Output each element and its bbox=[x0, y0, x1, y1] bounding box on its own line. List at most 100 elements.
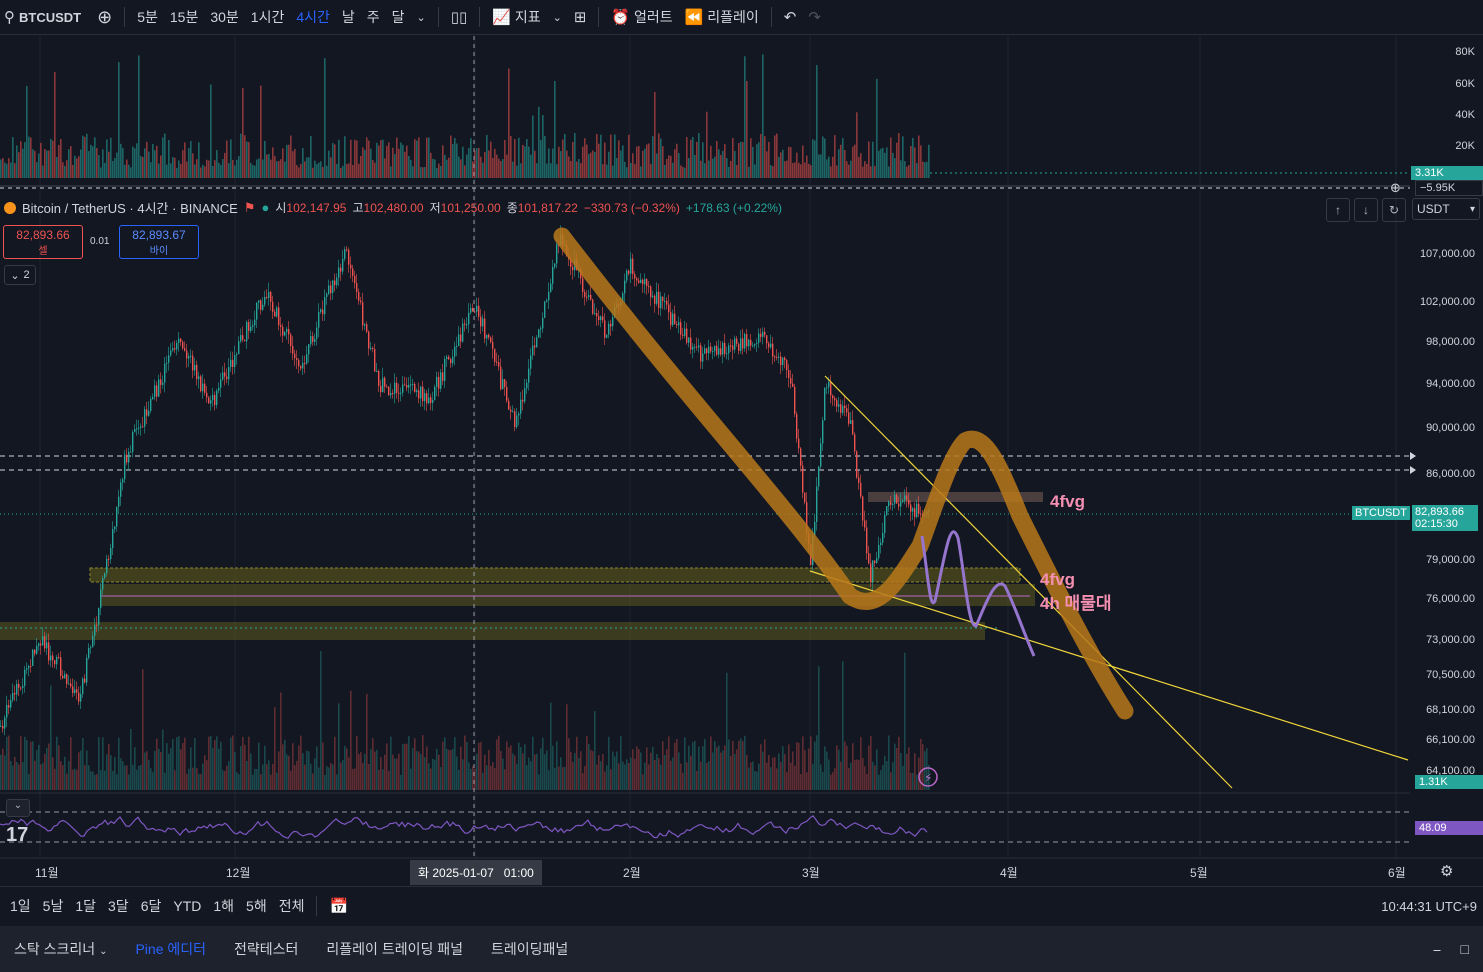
divider bbox=[770, 7, 772, 27]
symbol-title[interactable]: Bitcoin / TetherUS · 4시간 · BINANCE bbox=[22, 198, 238, 217]
price-scale-label: 76,000.00 bbox=[1426, 593, 1475, 605]
range-5d[interactable]: 5날 bbox=[37, 896, 70, 916]
add-pane-icon[interactable]: ⊕ bbox=[1390, 180, 1401, 196]
annotation-4fvg-upper[interactable]: 4fvg bbox=[1050, 492, 1085, 512]
zone-4h-supply bbox=[89, 567, 1021, 583]
close-value: 101,817.22 bbox=[517, 201, 578, 215]
vol-scale-label: 60K bbox=[1455, 78, 1475, 90]
time-axis[interactable]: 11월 12월 화 2025-01-07 01:00 2월 3월 4월 5월 6… bbox=[0, 858, 1410, 885]
refresh-icon[interactable]: ↻ bbox=[1382, 198, 1406, 222]
volume-overlay-tag: 1.31K bbox=[1415, 775, 1483, 789]
ohlc-high: 고102,480.00 bbox=[352, 199, 423, 216]
price-scale-label: 70,500.00 bbox=[1426, 669, 1475, 681]
buy-button[interactable]: 82,893.67 바이 bbox=[119, 225, 199, 259]
tab-stock-screener[interactable]: 스탁 스크리너 ⌄ bbox=[0, 939, 121, 959]
chevron-down-icon: ⌄ bbox=[99, 946, 108, 957]
crosshair-time-label: 화 2025-01-07 01:00 bbox=[410, 860, 542, 885]
spread-value: 0.01 bbox=[90, 236, 110, 247]
rsi-value-tag: 48.09 bbox=[1415, 821, 1483, 835]
tab-trading-panel[interactable]: 트레이딩패널 bbox=[477, 939, 582, 959]
layout-grid-icon[interactable]: ⊞ bbox=[568, 8, 593, 26]
range-bar: 1일 5날 1달 3달 6달 YTD 1해 5해 전체 📅 10:44:31 U… bbox=[0, 886, 1483, 925]
symbol-label: BTCUSDT bbox=[19, 9, 82, 25]
zone-demand bbox=[0, 622, 985, 640]
indicator-count: 2 bbox=[23, 269, 30, 281]
interval-1h[interactable]: 1시간 bbox=[245, 7, 291, 27]
vol-scale-label: 80K bbox=[1455, 46, 1475, 58]
last-price-symbol-tag: BTCUSDT bbox=[1352, 506, 1410, 520]
price-scale-label: 98,000.00 bbox=[1426, 336, 1475, 348]
currency-label: USDT bbox=[1417, 202, 1450, 216]
range-3m[interactable]: 3달 bbox=[102, 896, 135, 916]
alarm-clock-icon: ⏰ bbox=[611, 9, 631, 26]
range-ytd[interactable]: YTD bbox=[167, 898, 207, 914]
candle-style-icon[interactable]: ▯▯ bbox=[445, 8, 474, 26]
svg-text:⚡: ⚡ bbox=[924, 771, 932, 785]
range-1m[interactable]: 1달 bbox=[69, 896, 102, 916]
undo-icon[interactable]: ↶ bbox=[778, 8, 803, 26]
sell-button[interactable]: 82,893.66 셀 bbox=[3, 225, 83, 259]
top-toolbar: ⚲ BTCUSDT ⊕ 5분 15분 30분 1시간 4시간 날 주 달 ⌄ ▯… bbox=[0, 0, 1483, 35]
chevron-down-icon[interactable]: ⌄ bbox=[547, 11, 568, 24]
bar-countdown: 02:15:30 bbox=[1415, 518, 1458, 530]
last-price-value: 82,893.66 bbox=[1415, 506, 1464, 518]
divider bbox=[598, 7, 600, 27]
maximize-icon[interactable]: □ bbox=[1461, 941, 1469, 958]
annotation-4h-zone[interactable]: 4h 매물대 bbox=[1040, 589, 1111, 614]
divider bbox=[437, 7, 439, 27]
tab-pine-editor[interactable]: Pine 에디터 bbox=[121, 939, 220, 959]
chart-legend: Bitcoin / TetherUS · 4시간 · BINANCE ⚑ ● 시… bbox=[4, 198, 782, 217]
ohlc-low: 저101,250.00 bbox=[430, 199, 501, 216]
price-scale-label: 79,000.00 bbox=[1426, 554, 1475, 566]
range-1d[interactable]: 1일 bbox=[0, 896, 37, 916]
clock[interactable]: 10:44:31 UTC+9 bbox=[1381, 899, 1483, 914]
minimize-icon[interactable]: ⎯ bbox=[1434, 941, 1441, 958]
interval-15m[interactable]: 15분 bbox=[164, 7, 204, 27]
redo-icon[interactable]: ↷ bbox=[802, 8, 827, 26]
interval-day[interactable]: 날 bbox=[336, 7, 361, 27]
tab-label: 스탁 스크리너 bbox=[14, 941, 96, 957]
price-scale-label: 73,000.00 bbox=[1426, 634, 1475, 646]
interval-4h[interactable]: 4시간 bbox=[290, 7, 336, 27]
compare-add-icon[interactable]: ⊕ bbox=[91, 7, 118, 28]
arrow-down-icon[interactable]: ↓ bbox=[1354, 198, 1378, 222]
vol-scale-label: 20K bbox=[1455, 140, 1475, 152]
price-scale-label: 68,100.00 bbox=[1426, 704, 1475, 716]
search-icon: ⚲ bbox=[4, 9, 15, 26]
chevron-down-icon[interactable]: ⌄ bbox=[411, 11, 432, 24]
calendar-goto-icon[interactable]: 📅 bbox=[323, 897, 354, 915]
divider bbox=[316, 896, 318, 916]
indicators-button[interactable]: 📈 지표 bbox=[486, 7, 546, 27]
tab-replay-trading-panel[interactable]: 리플레이 트레이딩 패널 bbox=[312, 939, 477, 959]
interval-week[interactable]: 주 bbox=[361, 7, 386, 27]
low-label: 저 bbox=[429, 201, 441, 215]
symbol-search[interactable]: ⚲ BTCUSDT bbox=[0, 8, 91, 26]
change-value-2: +178.63 (+0.22%) bbox=[685, 200, 782, 215]
buy-price: 82,893.67 bbox=[132, 227, 186, 242]
currency-select[interactable]: USDT ▾ bbox=[1412, 198, 1480, 220]
interval-5m[interactable]: 5분 bbox=[131, 7, 164, 27]
range-1y[interactable]: 1해 bbox=[207, 896, 240, 916]
indicators-icon: 📈 bbox=[492, 9, 511, 26]
indicators-collapse-button[interactable]: ⌄ 2 bbox=[4, 265, 36, 285]
interval-month[interactable]: 달 bbox=[386, 7, 411, 27]
chart-canvas[interactable]: ⚡ bbox=[0, 36, 1483, 886]
flag-icon[interactable]: ⚑ bbox=[244, 200, 256, 216]
interval-30m[interactable]: 30분 bbox=[204, 7, 244, 27]
range-6m[interactable]: 6달 bbox=[135, 896, 168, 916]
arrow-up-icon[interactable]: ↑ bbox=[1326, 198, 1350, 222]
range-5y[interactable]: 5해 bbox=[240, 896, 273, 916]
rsi-collapse-button[interactable]: ⌄ bbox=[6, 799, 30, 817]
time-axis-label: 3월 bbox=[802, 866, 820, 880]
tab-strategy-tester[interactable]: 전략테스터 bbox=[220, 939, 312, 959]
settings-gear-icon[interactable]: ⚙ bbox=[1440, 862, 1453, 880]
price-scale-label: 86,000.00 bbox=[1426, 468, 1475, 480]
range-all[interactable]: 전체 bbox=[273, 896, 311, 916]
annotation-4fvg-lower[interactable]: 4fvg bbox=[1040, 570, 1075, 590]
chevron-down-icon: ⌄ bbox=[10, 269, 20, 282]
replay-button[interactable]: ⏪ 리플레이 bbox=[679, 7, 765, 27]
vol-scale-label: 40K bbox=[1455, 109, 1475, 121]
alert-label: 얼러트 bbox=[634, 9, 673, 25]
alert-button[interactable]: ⏰ 얼러트 bbox=[605, 7, 678, 27]
sell-label: 셀 bbox=[38, 245, 48, 257]
